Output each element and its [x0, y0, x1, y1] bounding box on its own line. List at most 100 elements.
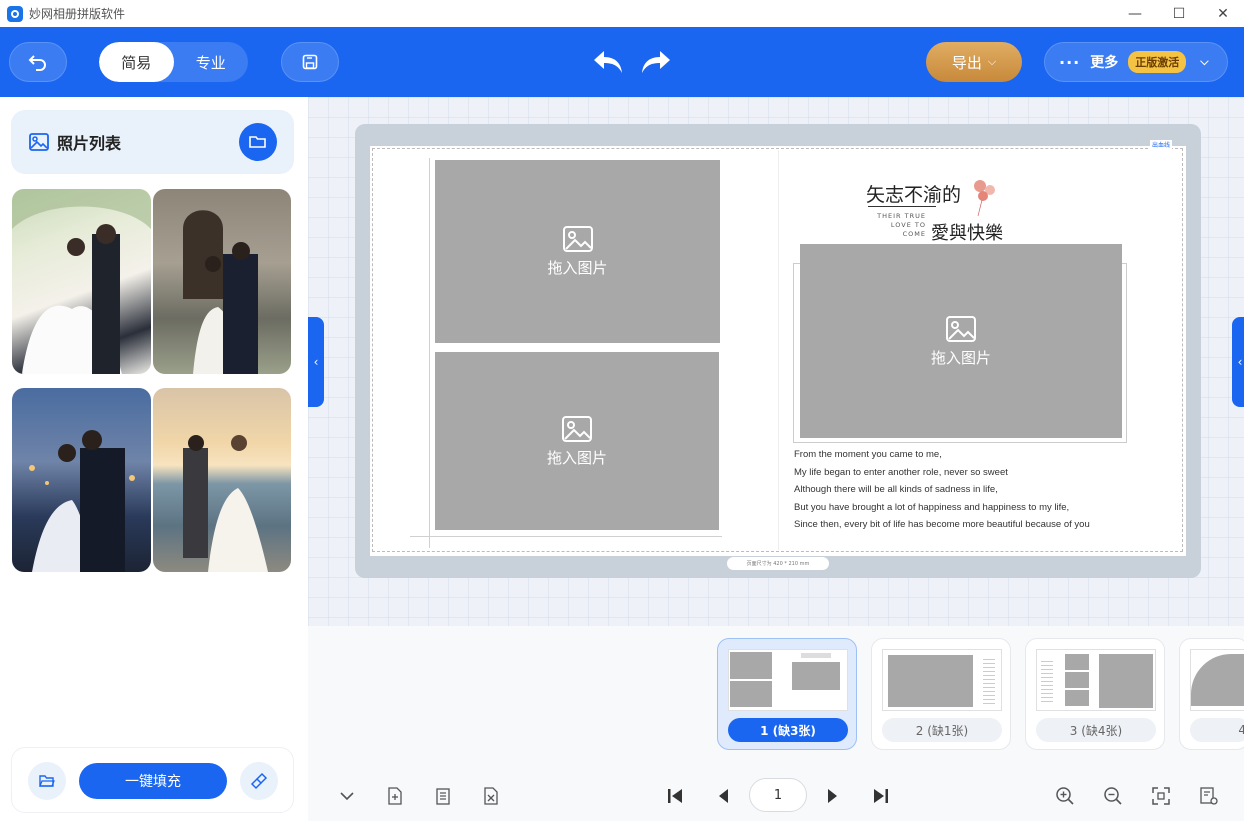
broom-icon [250, 772, 268, 790]
next-page-button[interactable] [822, 785, 844, 807]
guide-line [410, 536, 722, 537]
maximize-button[interactable]: ☐ [1156, 0, 1202, 27]
undo-button[interactable] [592, 49, 624, 79]
undo-icon [594, 51, 622, 73]
back-button[interactable] [9, 42, 67, 82]
skip-first-icon [668, 789, 682, 803]
photo-slot[interactable]: 拖入图片 [435, 160, 720, 343]
image-icon [29, 133, 49, 151]
chevron-down-icon: ⌵ [1200, 55, 1209, 68]
panel-bottom-bar: 一键填充 [11, 747, 294, 813]
photo-slot[interactable]: 拖入图片 [435, 352, 719, 530]
page-card-4[interactable]: 4 [1179, 638, 1244, 750]
page-preview [1036, 649, 1156, 711]
page-card-2[interactable]: 2 (缺1张) [871, 638, 1011, 750]
more-label: 更多 [1090, 55, 1119, 71]
redo-button[interactable] [640, 49, 672, 79]
settings-doc-icon [1200, 787, 1218, 805]
copy-page-button[interactable] [432, 785, 454, 807]
city-night-photo-image [29, 430, 135, 572]
next-icon [828, 789, 837, 803]
title-bar: 妙网相册拼版软件 — ☐ ✕ [0, 0, 1244, 27]
photo-list-header: 照片列表 [11, 110, 294, 174]
page-card-label: 2 (缺1张) [882, 718, 1002, 742]
poem-text: From the moment you came to me, My life … [794, 446, 1090, 534]
pages-strip: 1 (缺3张) 2 (缺1张) 3 (缺4张) 4 [308, 626, 1244, 761]
chevron-down-icon [340, 792, 354, 801]
page-size-note: 页面尺寸为 420 * 210 mm [727, 557, 829, 570]
zoom-out-icon [1104, 787, 1122, 805]
prev-icon [719, 789, 728, 803]
delete-page-button[interactable] [480, 785, 502, 807]
photo-panel: 照片列表 一键填充 [0, 97, 308, 821]
image-placeholder-icon [946, 315, 976, 342]
mode-switch: 简易 专业 [99, 42, 248, 82]
photo-thumbnail[interactable] [12, 388, 151, 572]
page-settings-button[interactable] [1198, 785, 1220, 807]
auto-fill-button[interactable]: 一键填充 [79, 763, 227, 799]
chevron-down-icon: ⌵ [987, 55, 997, 68]
slot-label: 拖入图片 [547, 259, 608, 277]
poem-line: Although there will be all kinds of sadn… [794, 484, 998, 495]
import-folder-button[interactable] [28, 762, 66, 800]
minimize-button[interactable]: — [1112, 0, 1158, 27]
save-button[interactable] [281, 42, 339, 82]
church-photo-image [183, 210, 258, 374]
export-button[interactable]: 导出 ⌵ [926, 42, 1022, 82]
page-preview [728, 649, 848, 711]
photo-slot[interactable]: 拖入图片 [800, 244, 1122, 438]
collapse-strip-button[interactable] [336, 785, 358, 807]
prev-page-button[interactable] [712, 785, 734, 807]
last-page-button[interactable] [870, 785, 892, 807]
window-title: 妙网相册拼版软件 [29, 7, 126, 21]
close-button[interactable]: ✕ [1200, 0, 1244, 27]
slot-label: 拖入图片 [546, 448, 607, 467]
collapse-left-tab[interactable]: ‹ [308, 317, 324, 407]
save-icon [302, 54, 318, 70]
zoom-in-button[interactable] [1054, 785, 1076, 807]
redo-icon [642, 51, 670, 73]
add-page-icon [388, 787, 402, 805]
add-page-button[interactable] [384, 785, 406, 807]
photo-thumbnail[interactable] [153, 388, 291, 572]
poem-line: From the moment you came to me, [794, 449, 942, 460]
tagline: THEIR TRUE LOVE TO COME [870, 212, 926, 239]
photo-thumbnail[interactable] [153, 189, 291, 374]
poem-line: My life began to enter another role, nev… [794, 466, 1008, 478]
page-frame: 出血线 拖入图片 拖入图片 矢志不渝的 THEIR TRUE LOVE TO C… [355, 124, 1201, 578]
page-card-1[interactable]: 1 (缺3张) [717, 638, 857, 750]
tagline-line: COME [902, 230, 926, 238]
clear-button[interactable] [240, 762, 278, 800]
mode-simple-tab[interactable]: 简易 [99, 42, 174, 82]
fit-screen-button[interactable] [1150, 785, 1172, 807]
mode-pro-tab[interactable]: 专业 [174, 42, 249, 82]
zoom-out-button[interactable] [1102, 785, 1124, 807]
heading-main: 矢志不渝的 [866, 184, 962, 206]
poem-line: Since then, every bit of life has become… [794, 519, 1090, 530]
top-toolbar: 简易 专业 导出 ⌵ ··· 更多 正版激活 ⌵ [0, 27, 1244, 97]
fit-screen-icon [1152, 787, 1170, 805]
image-placeholder-icon [562, 226, 593, 252]
open-folder-button[interactable] [239, 123, 277, 161]
tagline-line: LOVE TO [890, 221, 926, 229]
chevron-left-icon: ‹ [313, 355, 319, 369]
beach-sunset-photo-image [183, 435, 268, 572]
heading-divider [868, 206, 936, 207]
more-button[interactable]: ··· 更多 正版激活 ⌵ [1044, 42, 1228, 82]
folder-icon [249, 136, 266, 148]
image-placeholder-icon [562, 415, 592, 442]
photo-thumbnail[interactable] [12, 189, 151, 374]
activate-badge[interactable]: 正版激活 [1128, 51, 1187, 73]
first-page-button[interactable] [664, 785, 686, 807]
album-spread: 出血线 拖入图片 拖入图片 矢志不渝的 THEIR TRUE LOVE TO C… [370, 140, 1186, 556]
back-icon [28, 55, 46, 71]
wedding-photo-image [12, 189, 151, 374]
slot-label: 拖入图片 [930, 348, 991, 367]
spine-line [778, 150, 779, 550]
page-number-input[interactable]: 1 [749, 778, 807, 812]
page-card-label: 1 (缺3张) [728, 718, 848, 742]
collapse-right-tab[interactable]: ‹ [1232, 317, 1244, 407]
ellipsis-icon: ··· [1059, 52, 1081, 72]
page-card-3[interactable]: 3 (缺4张) [1025, 638, 1165, 750]
folder-open-icon [39, 774, 55, 787]
